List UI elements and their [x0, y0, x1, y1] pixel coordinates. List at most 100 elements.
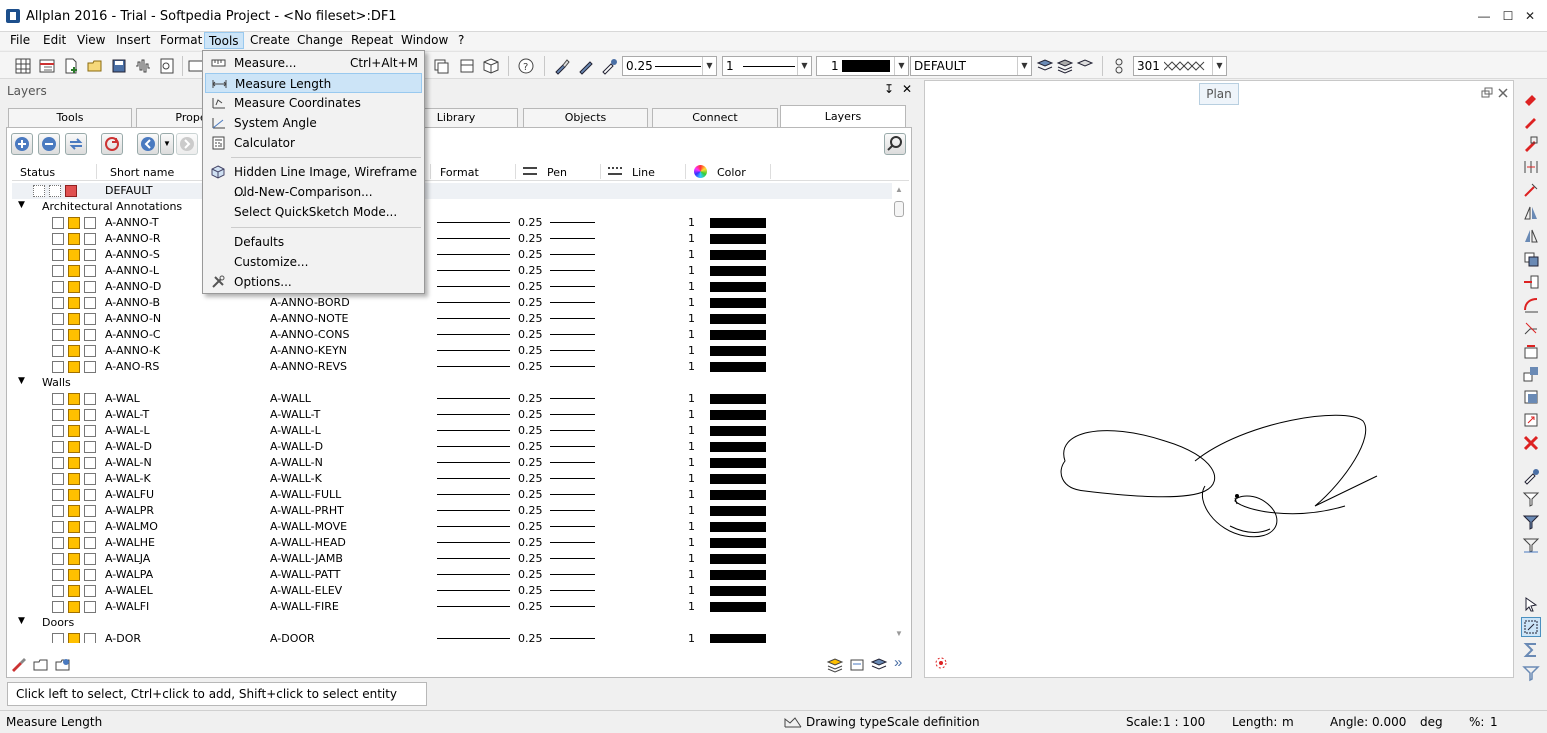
- menu-repeat[interactable]: Repeat: [347, 32, 397, 49]
- transform-icon[interactable]: [1522, 365, 1540, 383]
- pencil-red-icon[interactable]: [1522, 112, 1540, 130]
- add-layer-button[interactable]: [11, 133, 33, 155]
- chevron-down-icon[interactable]: ▼: [702, 57, 716, 75]
- lock-checkbox[interactable]: [84, 393, 96, 405]
- tab-layers[interactable]: Layers: [780, 105, 906, 127]
- layer-refresh-button[interactable]: [101, 133, 123, 155]
- toolbar-layer-filter-icon[interactable]: [1076, 57, 1094, 75]
- editable-checkbox[interactable]: [68, 265, 80, 277]
- lock-checkbox[interactable]: [84, 281, 96, 293]
- editable-checkbox[interactable]: [68, 217, 80, 229]
- menu-item-measure[interactable]: Measure... Ctrl+Alt+M: [205, 53, 422, 73]
- scale-value[interactable]: 1 : 100: [1163, 715, 1205, 729]
- toolbar-copy-icon[interactable]: [432, 57, 450, 75]
- mirror-triangle-icon[interactable]: [1522, 204, 1540, 222]
- properties-brush-icon[interactable]: [10, 656, 28, 674]
- lock-checkbox[interactable]: [84, 569, 96, 581]
- menu-edit[interactable]: Edit: [39, 32, 70, 49]
- print-set-icon[interactable]: [848, 656, 866, 674]
- menu-help[interactable]: ?: [454, 32, 468, 49]
- menu-tools[interactable]: Tools: [204, 32, 244, 49]
- app-logo-icon[interactable]: [6, 9, 20, 23]
- layer-select[interactable]: DEFAULT ▼: [910, 56, 1032, 76]
- toolbar-table-icon[interactable]: [38, 57, 56, 75]
- toolbar-wave-icon[interactable]: [134, 57, 152, 75]
- editable-checkbox[interactable]: [68, 233, 80, 245]
- pattern-select[interactable]: 301 ▼: [1133, 56, 1227, 76]
- visibility-checkbox[interactable]: [52, 393, 64, 405]
- filter-pencil-icon[interactable]: [1522, 490, 1540, 508]
- layer-row[interactable]: A-WALJA A-WALL-JAMB 0.25 1: [12, 551, 892, 567]
- lock-checkbox[interactable]: [84, 425, 96, 437]
- more-chevron-icon[interactable]: »: [894, 654, 902, 671]
- editable-checkbox[interactable]: [68, 457, 80, 469]
- column-divider[interactable]: [430, 164, 431, 179]
- tab-objects[interactable]: Objects: [523, 108, 648, 127]
- menu-format[interactable]: Format: [156, 32, 206, 49]
- lock-checkbox[interactable]: [84, 329, 96, 341]
- editable-checkbox[interactable]: [68, 633, 80, 643]
- drawing-type-value[interactable]: Scale definition: [887, 715, 980, 729]
- menu-item-quicksketch-mode[interactable]: Select QuickSketch Mode...: [205, 202, 422, 222]
- layer-grid-scrollbar[interactable]: ▲ ▼: [893, 183, 907, 643]
- editable-checkbox[interactable]: [68, 489, 80, 501]
- layer-row[interactable]: A-WAL-N A-WALL-N 0.25 1: [12, 455, 892, 471]
- menu-create[interactable]: Create: [246, 32, 294, 49]
- scroll-up-icon[interactable]: ▲: [895, 185, 903, 194]
- editable-checkbox[interactable]: [68, 329, 80, 341]
- pen-thickness-select[interactable]: 0.25 ▼: [622, 56, 717, 76]
- toolbar-layer-stack-icon[interactable]: [1036, 57, 1054, 75]
- viewport-close-icon[interactable]: [1497, 87, 1509, 99]
- visibility-checkbox[interactable]: [52, 329, 64, 341]
- visibility-checkbox[interactable]: [52, 345, 64, 357]
- lock-checkbox[interactable]: [84, 473, 96, 485]
- layer-row[interactable]: A-ANNO-R 0.25 1: [12, 231, 892, 247]
- visibility-checkbox[interactable]: [52, 569, 64, 581]
- layer-row[interactable]: A-WAL-L A-WALL-L 0.25 1: [12, 423, 892, 439]
- column-pen[interactable]: Pen: [547, 166, 567, 179]
- layer-row[interactable]: A-ANO-RS A-ANNO-REVS 0.25 1: [12, 359, 892, 375]
- angle-value[interactable]: 0.000: [1372, 715, 1406, 729]
- length-unit[interactable]: m: [1282, 715, 1294, 729]
- toolbar-pencil-icon[interactable]: [577, 57, 595, 75]
- menu-item-customize[interactable]: Customize...: [205, 252, 422, 272]
- layer-row[interactable]: A-DOR A-DOOR 0.25 1: [12, 631, 892, 643]
- visibility-checkbox[interactable]: [52, 409, 64, 421]
- editable-checkbox[interactable]: [68, 505, 80, 517]
- visibility-checkbox[interactable]: [52, 489, 64, 501]
- editable-checkbox[interactable]: [68, 553, 80, 565]
- remove-layer-button[interactable]: [38, 133, 60, 155]
- tab-connect[interactable]: Connect: [652, 108, 778, 127]
- visibility-checkbox[interactable]: [52, 265, 64, 277]
- layer-row[interactable]: A-ANNO-D 0.25 1: [12, 279, 892, 295]
- minimize-button[interactable]: —: [1474, 8, 1494, 24]
- copy-move-icon[interactable]: [1522, 135, 1540, 153]
- lock-checkbox[interactable]: [84, 457, 96, 469]
- eraser-icon[interactable]: [1522, 90, 1540, 108]
- toolbar-layers-icon[interactable]: [458, 57, 476, 75]
- layer-row[interactable]: A-ANNO-T 0.25 1: [12, 215, 892, 231]
- collapse-arrow-icon[interactable]: ▼: [18, 376, 25, 386]
- tab-tools[interactable]: Tools: [8, 108, 132, 127]
- close-button[interactable]: ✕: [1520, 8, 1540, 24]
- editable-checkbox[interactable]: [68, 537, 80, 549]
- find-layer-button[interactable]: [884, 133, 906, 155]
- color-select[interactable]: 1 ▼: [816, 56, 909, 76]
- sum-icon[interactable]: [1522, 641, 1540, 659]
- chevron-down-icon[interactable]: ▼: [797, 57, 811, 75]
- filter-element-icon[interactable]: [1522, 513, 1540, 531]
- lock-checkbox[interactable]: [84, 217, 96, 229]
- column-divider[interactable]: [685, 164, 686, 179]
- toolbar-grid-icon[interactable]: [14, 57, 32, 75]
- angle-unit[interactable]: deg: [1420, 715, 1443, 729]
- lock-checkbox[interactable]: [84, 297, 96, 309]
- layer-row[interactable]: A-WALFU A-WALL-FULL 0.25 1: [12, 487, 892, 503]
- layer-row[interactable]: A-WALEL A-WALL-ELEV 0.25 1: [12, 583, 892, 599]
- scroll-down-icon[interactable]: ▼: [895, 629, 903, 638]
- back-button[interactable]: [137, 133, 159, 155]
- editable-checkbox[interactable]: [68, 281, 80, 293]
- editable-checkbox[interactable]: [68, 425, 80, 437]
- lock-checkbox[interactable]: [84, 409, 96, 421]
- lock-checkbox[interactable]: [84, 585, 96, 597]
- layer-row[interactable]: A-ANNO-L 0.25 1: [12, 263, 892, 279]
